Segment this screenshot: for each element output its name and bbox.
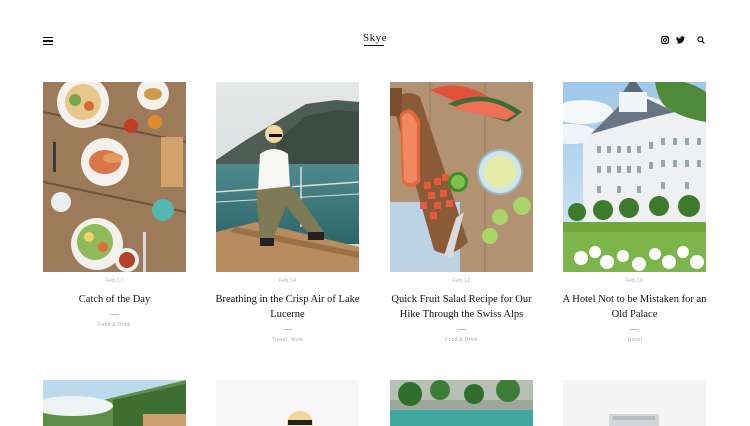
logo-underline (364, 45, 384, 46)
site-header: Skye (0, 0, 750, 80)
post-category[interactable]: Food & Drink (43, 322, 186, 328)
divider (283, 329, 292, 330)
instagram-icon[interactable] (660, 35, 670, 45)
post-category[interactable]: Food & Drink (390, 337, 533, 343)
post-title[interactable]: Quick Fruit Salad Recipe for Our Hike Th… (382, 292, 541, 322)
blog-page: Skye Feb 17 Catch of the Day Food & Drin… (0, 0, 750, 426)
post-date: Feb 12 (452, 278, 471, 284)
divider (630, 329, 639, 330)
post-image-hotel[interactable] (563, 82, 706, 272)
divider (457, 329, 466, 330)
post-image-portrait[interactable] (216, 380, 359, 426)
post-date: Feb 17 (105, 278, 124, 284)
header-icons (660, 35, 706, 45)
post-category[interactable]: Travel, Style (216, 337, 359, 343)
post-date: Feb 10 (625, 278, 644, 284)
post-image-mountain-clouds[interactable] (43, 380, 186, 426)
divider (110, 314, 119, 315)
post-image-food-table[interactable] (43, 82, 186, 272)
post-date: Feb 14 (278, 278, 297, 284)
twitter-icon[interactable] (675, 35, 685, 45)
site-logo[interactable]: Skye (0, 32, 750, 44)
post-category[interactable]: Travel (563, 337, 706, 343)
post-image-fruit-salad[interactable] (390, 82, 533, 272)
post-title[interactable]: Breathing in the Crisp Air of Lake Lucer… (208, 292, 367, 322)
post-title[interactable]: A Hotel Not to be Mistaken for an Old Pa… (555, 292, 714, 322)
search-icon[interactable] (696, 35, 706, 45)
post-image-river-cliffs[interactable] (390, 380, 533, 426)
post-image-lake-lucerne[interactable] (216, 82, 359, 272)
post-title[interactable]: Catch of the Day (35, 292, 194, 307)
post-image-building[interactable] (563, 380, 706, 426)
